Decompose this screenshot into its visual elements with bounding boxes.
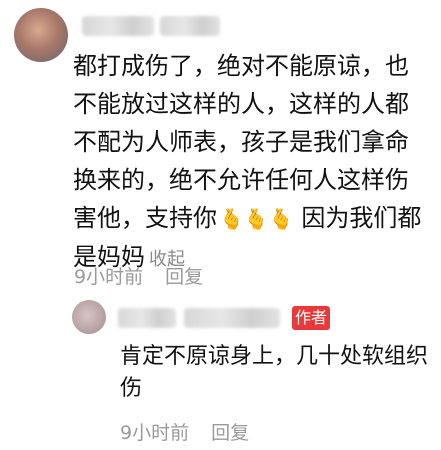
author-name-blurred-2 — [184, 308, 280, 328]
reply-text: 肯定不原谅身上，几十处软组织伤 — [120, 344, 429, 401]
commenter-avatar[interactable] — [14, 8, 68, 62]
reply-meta: 9小时前 回复 — [120, 418, 249, 445]
reply-reply-button[interactable]: 回复 — [211, 422, 249, 444]
finger-heart-emoji-icon: 🫰🫰🫰 — [219, 207, 294, 231]
author-name-blurred[interactable] — [118, 308, 176, 328]
author-badge: 作者 — [292, 306, 330, 330]
comment-reply-button[interactable]: 回复 — [165, 266, 203, 288]
comment-time: 9小时前 — [74, 266, 144, 288]
commenter-name-blurred-2 — [160, 16, 220, 36]
reply-time: 9小时前 — [120, 422, 190, 444]
comment-text: 都打成伤了，绝对不能原谅，也不能放过这样的人，这样的人都不配为人师表，孩子是我们… — [73, 47, 423, 279]
comment-meta: 9小时前 回复 — [74, 262, 203, 289]
commenter-name-blurred[interactable] — [82, 16, 154, 36]
author-avatar[interactable] — [72, 300, 106, 334]
